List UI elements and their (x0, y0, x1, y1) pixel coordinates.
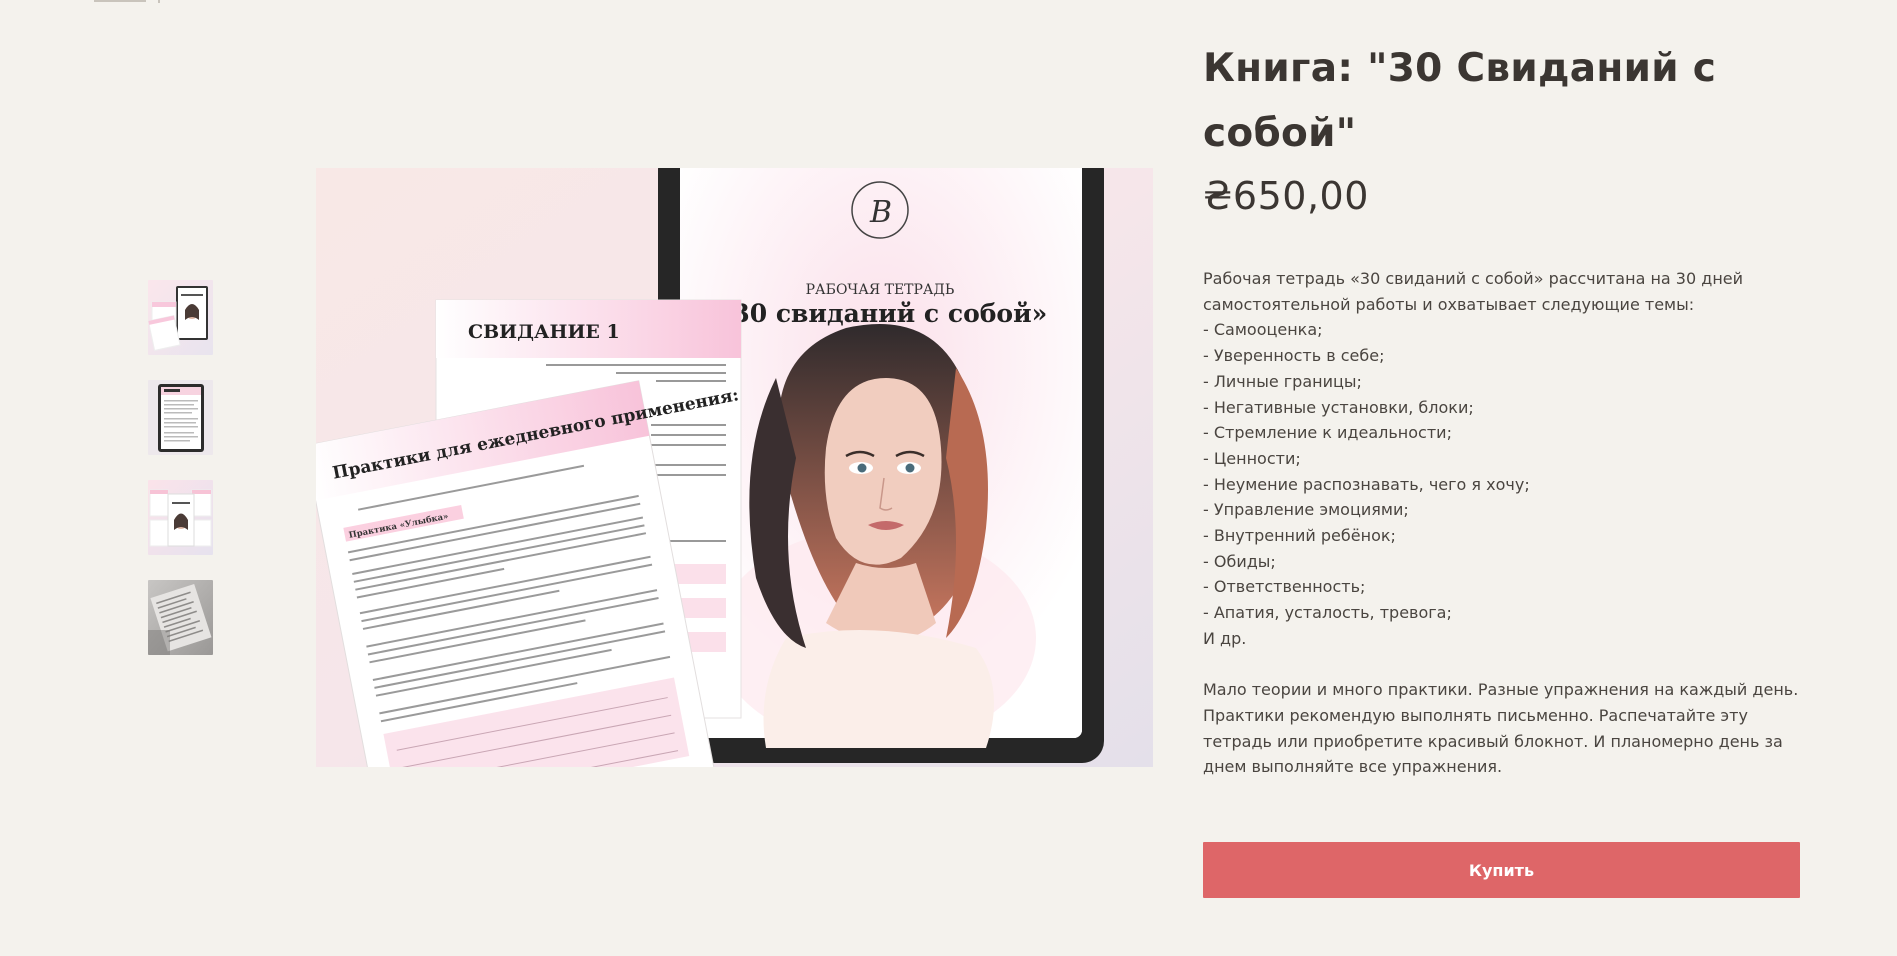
topic-item: И др. (1203, 628, 1247, 648)
topic-item: - Ценности; (1203, 448, 1301, 468)
thumbnail-4[interactable] (148, 580, 213, 655)
topic-item: - Обиды; (1203, 551, 1276, 571)
buy-button[interactable]: Купить (1203, 842, 1800, 898)
topic-item: - Самооценка; (1203, 320, 1323, 340)
topic-item: - Неумение распознавать, чего я хочу; (1203, 474, 1530, 494)
topic-item: - Апатия, усталость, тревога; (1203, 603, 1452, 623)
topic-item: - Уверенность в себе; (1203, 346, 1385, 366)
description-line: тетрадь или приобретите красивый блокнот… (1203, 731, 1783, 751)
topic-item: - Стремление к идеальности; (1203, 423, 1452, 443)
topic-item: - Личные границы; (1203, 371, 1362, 391)
thumbnail-2[interactable] (148, 380, 213, 455)
thumbnail-3[interactable] (148, 480, 213, 555)
description-line: самостоятельной работы и охватывает след… (1203, 294, 1695, 314)
description-line: днем выполняйте все упражнения. (1203, 757, 1503, 777)
main-product-image[interactable]: B РАБОЧАЯ ТЕТРАДЬ «30 свиданий с собой» … (316, 168, 1153, 767)
product-description: Рабочая тетрадь «30 свиданий с собой» ра… (1203, 266, 1800, 780)
cover-subtitle: РАБОЧАЯ ТЕТРАДЬ (806, 282, 955, 298)
cover-title: «30 свиданий с собой» (717, 299, 1048, 328)
topic-item: - Негативные установки, блоки; (1203, 397, 1474, 417)
breadcrumb-underline (94, 0, 146, 2)
topic-item: - Управление эмоциями; (1203, 500, 1409, 520)
product-info: Книга: "30 Свиданий с собой" ₴650,00 Раб… (1203, 36, 1800, 780)
cover-logo-glyph: B (869, 195, 892, 230)
gallery-thumbnails (148, 280, 213, 680)
breadcrumb-separator (158, 0, 160, 3)
product-price: ₴650,00 (1203, 174, 1369, 218)
description-line: Рабочая тетрадь «30 свиданий с собой» ра… (1203, 269, 1744, 288)
topic-item: - Внутренний ребёнок; (1203, 526, 1396, 546)
page1-heading: СВИДАНИЕ 1 (468, 321, 620, 343)
description-line: Практики рекомендую выполнять письменно.… (1203, 705, 1748, 725)
description-line: Мало теории и много практики. Разные упр… (1203, 680, 1799, 700)
thumbnail-1[interactable] (148, 280, 213, 355)
topic-item: - Ответственность; (1203, 577, 1366, 597)
product-title: Книга: "30 Свиданий с собой" (1203, 46, 1717, 156)
